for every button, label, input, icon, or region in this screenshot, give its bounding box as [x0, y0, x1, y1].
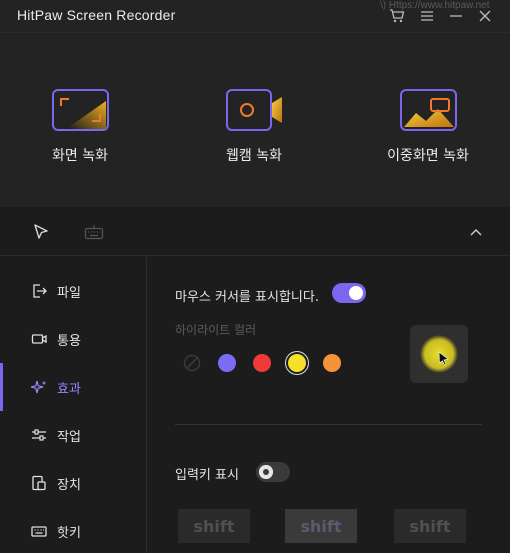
cursor-icon[interactable]	[30, 221, 52, 243]
cursor-highlight-preview	[410, 325, 468, 383]
sidebar-item-label: 장치	[57, 477, 81, 493]
sidebar-item-label: 효과	[57, 381, 81, 397]
color-red-swatch[interactable]	[253, 354, 271, 372]
show-keys-label: 입력키 표시	[175, 468, 239, 483]
recording-modes-panel: 화면 녹화 웹캠 녹화 이중화면 녹화	[0, 33, 510, 207]
key-preview-style-3[interactable]: shift	[394, 509, 466, 543]
color-yellow-swatch[interactable]	[288, 354, 306, 372]
sidebar-item-effects[interactable]: 효과	[0, 363, 146, 411]
sparkle-icon	[31, 379, 47, 395]
sidebar-item-general[interactable]: 통용	[0, 315, 146, 363]
dual-screen-record-button[interactable]: 이중화면 녹화	[358, 89, 498, 165]
color-orange-swatch[interactable]	[323, 354, 341, 372]
sidebar-item-hotkey[interactable]: 핫키	[0, 507, 146, 553]
chevron-up-icon[interactable]	[465, 221, 487, 243]
webcam-record-icon	[225, 89, 283, 131]
sidebar-item-label: 파일	[57, 285, 81, 301]
device-icon	[31, 475, 47, 491]
highlight-color-label: 하이라이트 컬러	[175, 323, 257, 337]
menu-icon[interactable]	[418, 7, 436, 25]
key-preview-style-1[interactable]: shift	[178, 509, 250, 543]
effects-settings-panel: 마우스 커서를 표시합니다. 하이라이트 컬러 입력키 표시 shift shi…	[148, 257, 510, 553]
key-preview-style-2[interactable]: shift	[285, 509, 357, 543]
keyboard-icon[interactable]	[83, 221, 105, 243]
no-color-icon	[183, 354, 201, 372]
color-none-swatch[interactable]	[183, 354, 201, 372]
section-divider	[175, 424, 482, 425]
keyboard-icon	[31, 523, 47, 539]
sidebar-item-device[interactable]: 장치	[0, 459, 146, 507]
show-cursor-toggle[interactable]	[332, 283, 366, 303]
webcam-record-label: 웹캠 녹화	[226, 148, 282, 164]
sidebar-item-label: 작업	[57, 429, 81, 445]
show-cursor-label: 마우스 커서를 표시합니다.	[175, 290, 319, 305]
sidebar-item-label: 핫키	[57, 525, 81, 541]
settings-sidebar: 파일 통용 효과 작업 장치 핫키	[0, 257, 147, 553]
dual-screen-record-icon	[399, 89, 457, 131]
app-title: HitPaw Screen Recorder	[17, 7, 176, 23]
close-icon[interactable]	[476, 7, 494, 25]
sliders-icon	[31, 427, 47, 443]
minimize-icon[interactable]	[447, 7, 465, 25]
show-keys-toggle[interactable]	[256, 462, 290, 482]
screen-record-button[interactable]: 화면 녹화	[10, 89, 150, 165]
webcam-record-button[interactable]: 웹캠 녹화	[184, 89, 324, 165]
sidebar-item-task[interactable]: 작업	[0, 411, 146, 459]
file-export-icon	[31, 283, 47, 299]
color-purple-swatch[interactable]	[218, 354, 236, 372]
sidebar-item-label: 통용	[57, 333, 81, 349]
video-icon	[31, 331, 47, 347]
toolbar	[0, 207, 510, 256]
title-bar: \) Https://www.hitpaw.net HitPaw Screen …	[0, 0, 510, 33]
screen-record-label: 화면 녹화	[52, 148, 108, 164]
cart-icon[interactable]	[388, 7, 406, 25]
dual-screen-record-label: 이중화면 녹화	[387, 148, 469, 164]
screen-record-icon	[51, 89, 109, 131]
sidebar-item-file[interactable]: 파일	[0, 267, 146, 315]
